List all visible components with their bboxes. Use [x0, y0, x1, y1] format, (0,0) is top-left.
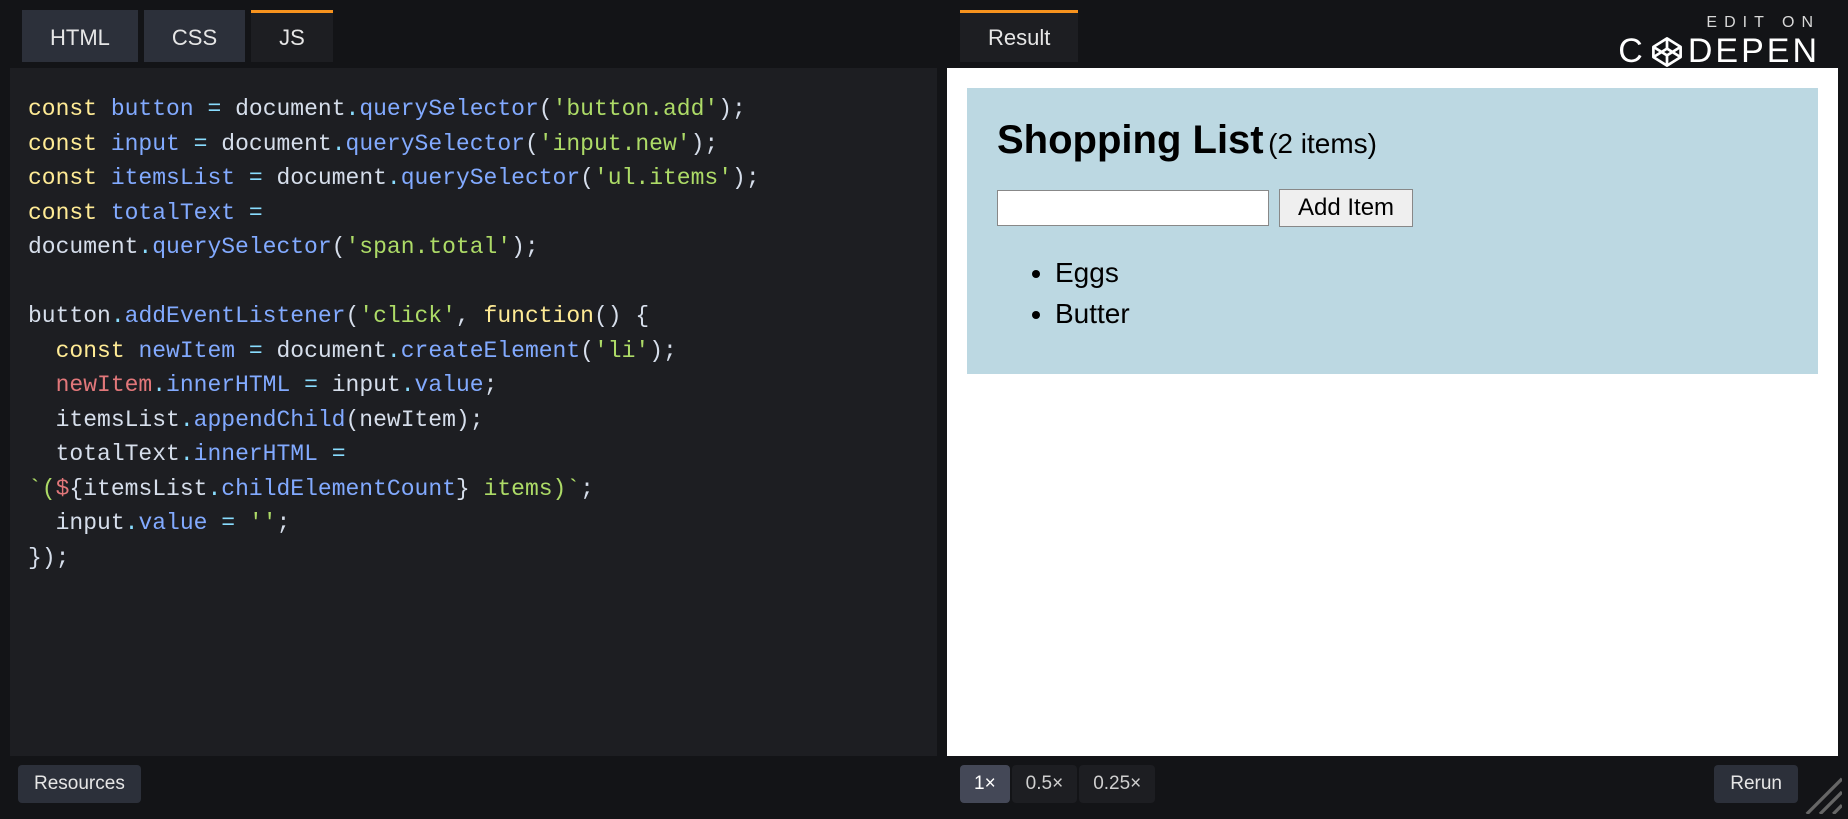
new-item-input[interactable] [997, 190, 1269, 226]
resources-button[interactable]: Resources [18, 765, 141, 803]
code-tabs: HTML CSS JS [22, 10, 333, 62]
items-list: Eggs Butter [1055, 253, 1788, 334]
result-preview: Shopping List (2 items) Add Item Eggs Bu… [947, 68, 1838, 756]
rerun-button[interactable]: Rerun [1714, 765, 1798, 803]
resize-handle-icon[interactable] [1798, 770, 1842, 814]
bottom-bar: Resources 1× 0.5× 0.25× Rerun [10, 762, 1838, 806]
tab-js[interactable]: JS [251, 10, 333, 62]
shopping-count: (2 items) [1268, 128, 1377, 159]
edit-on-label: EDIT ON [1618, 14, 1820, 32]
code-editor[interactable]: const button = document.querySelector('b… [10, 68, 937, 756]
codepen-logo: C DEPEN [1618, 32, 1820, 71]
tab-result[interactable]: Result [960, 10, 1078, 62]
edit-on-codepen[interactable]: EDIT ON C DEPEN [1618, 14, 1820, 71]
editor-tabs: HTML CSS JS Result EDIT ON C [10, 10, 1838, 62]
tab-css[interactable]: CSS [144, 10, 245, 62]
zoom-1x[interactable]: 1× [960, 765, 1010, 803]
shopping-card: Shopping List (2 items) Add Item Eggs Bu… [967, 88, 1818, 374]
zoom-controls: 1× 0.5× 0.25× [960, 765, 1157, 803]
zoom-025x[interactable]: 0.25× [1079, 765, 1155, 803]
add-item-button[interactable]: Add Item [1279, 189, 1413, 227]
logo-text-right: DEPEN [1688, 32, 1820, 71]
zoom-05x[interactable]: 0.5× [1012, 765, 1078, 803]
tab-html[interactable]: HTML [22, 10, 138, 62]
codepen-cube-icon [1650, 35, 1684, 69]
main-panes: const button = document.querySelector('b… [10, 68, 1838, 756]
list-item: Eggs [1055, 253, 1788, 294]
code-content: const button = document.querySelector('b… [28, 92, 919, 575]
logo-text-left: C [1618, 32, 1646, 71]
shopping-title: Shopping List [997, 118, 1264, 162]
list-item: Butter [1055, 294, 1788, 335]
